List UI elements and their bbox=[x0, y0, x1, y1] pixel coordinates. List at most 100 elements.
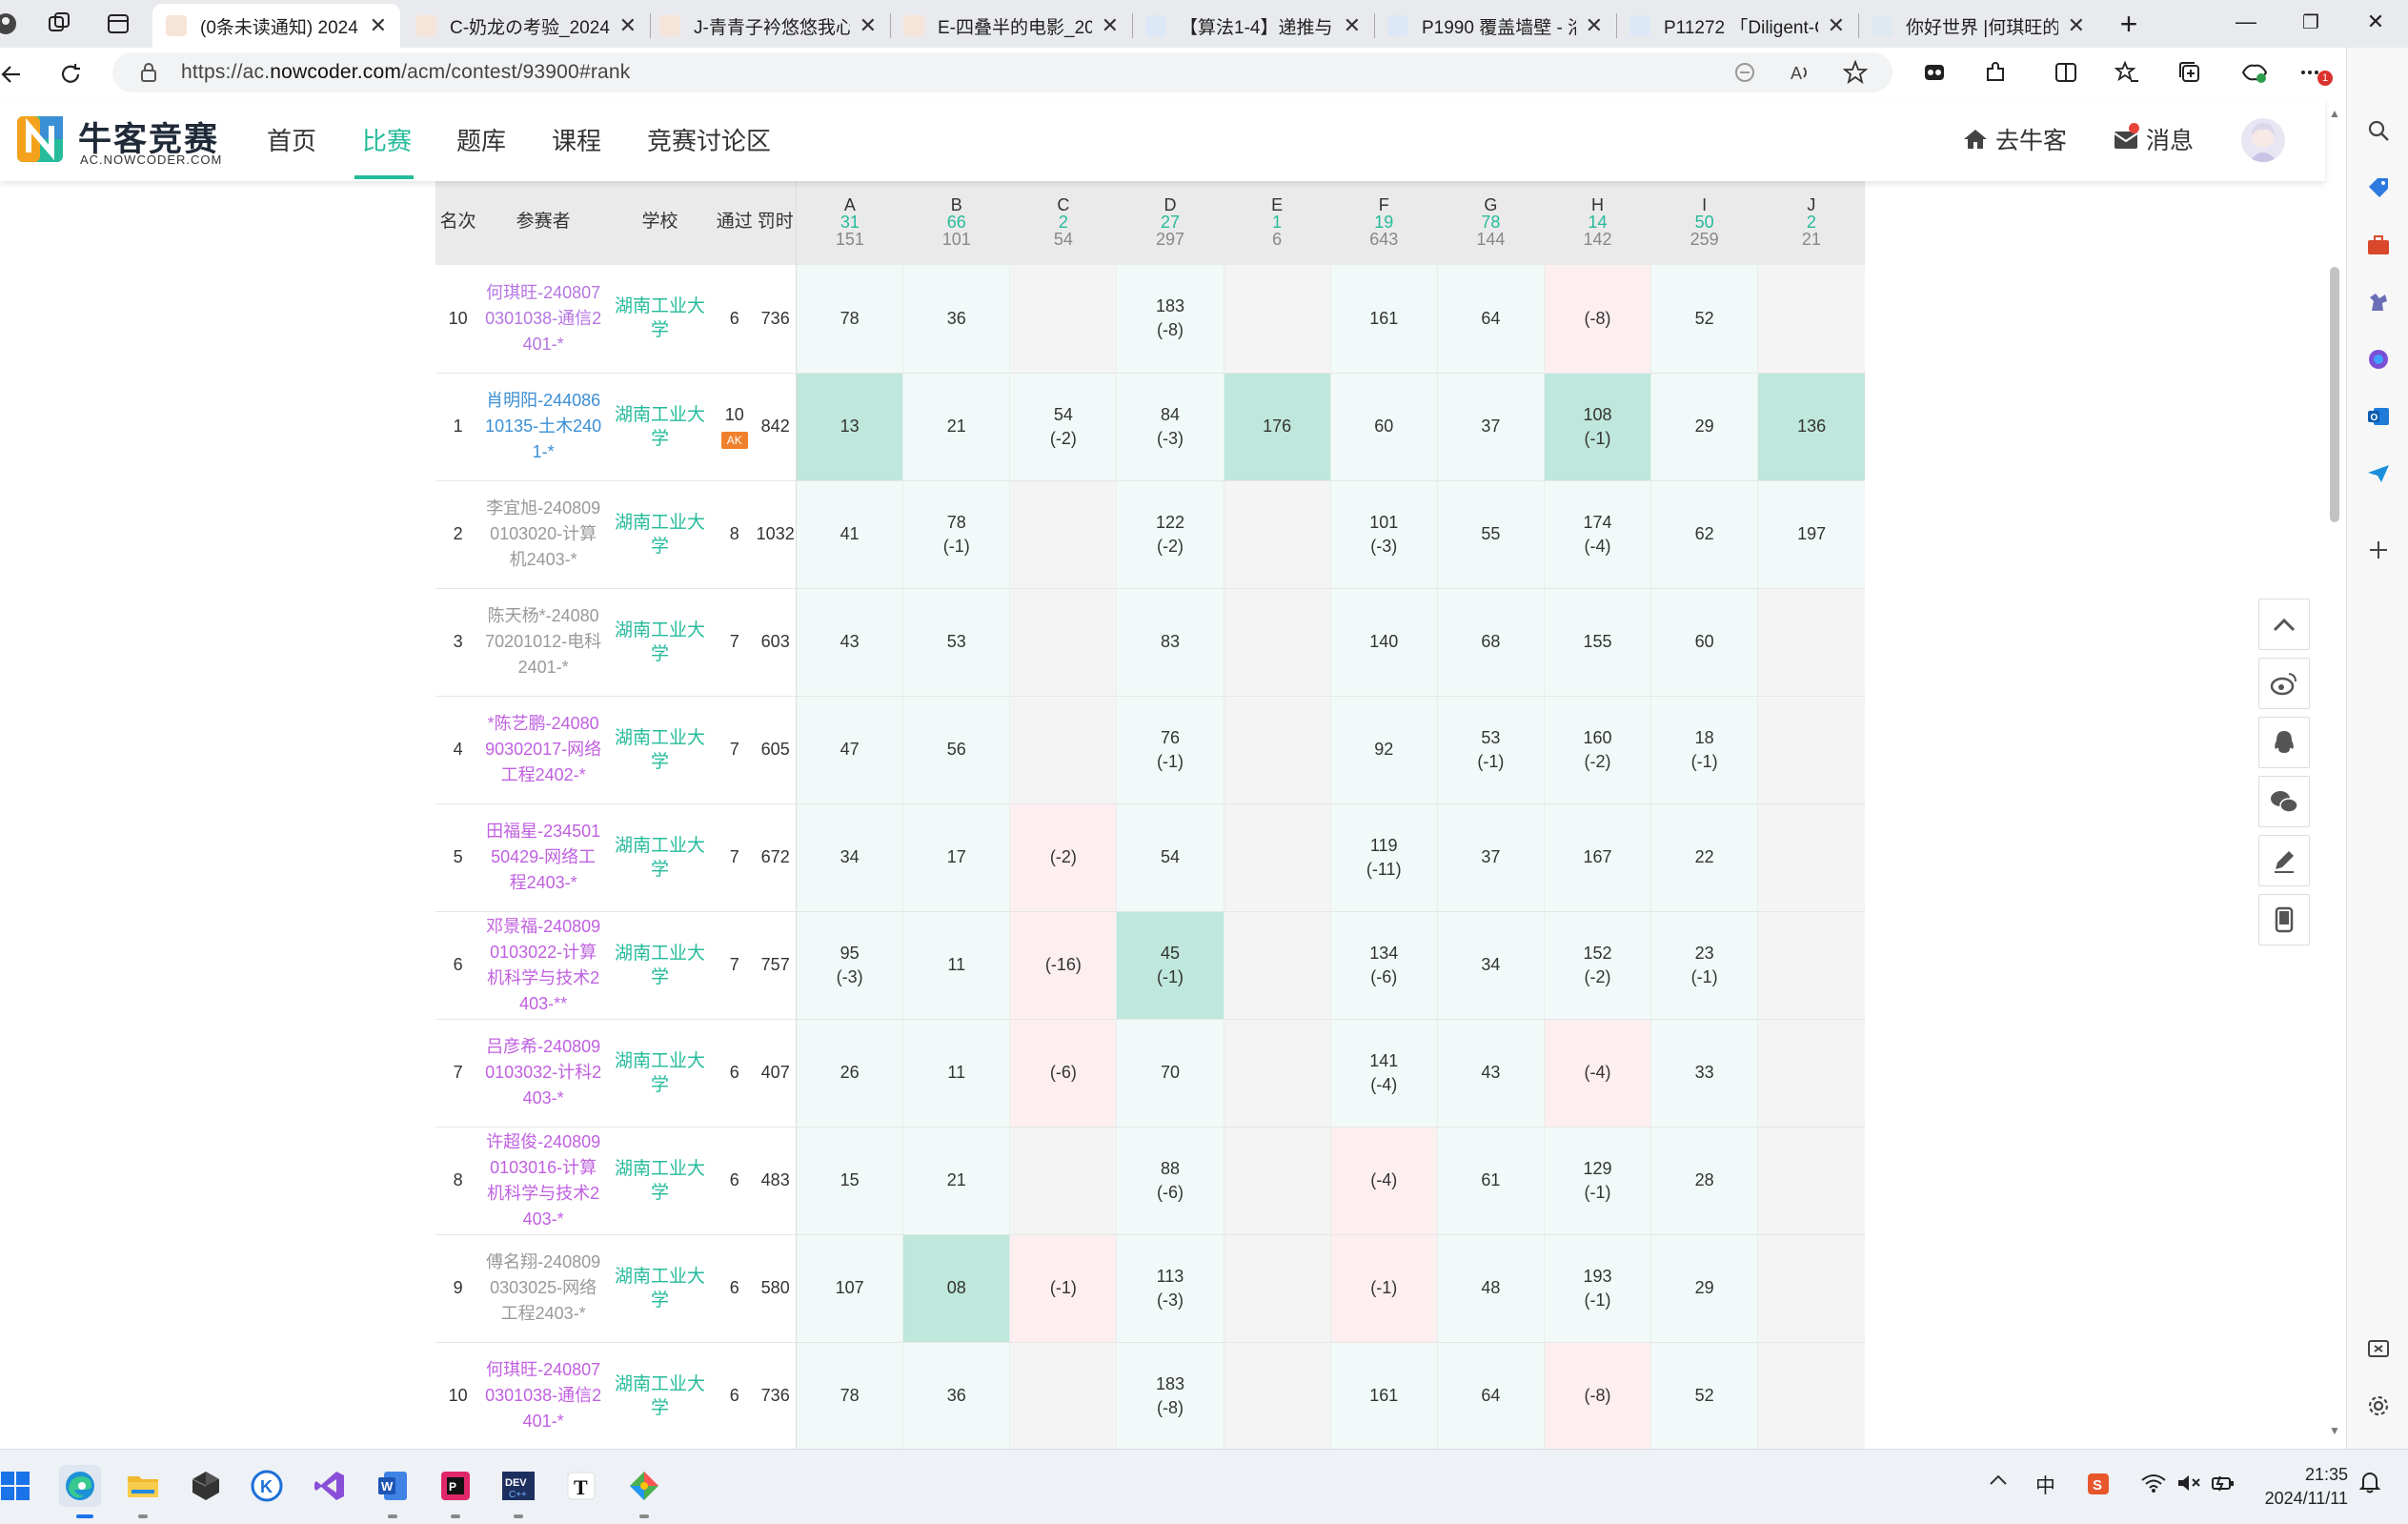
participant-name-line[interactable]: *陈艺鹏-24080 bbox=[480, 711, 606, 737]
problem-result-cell[interactable]: 54 bbox=[1116, 803, 1224, 912]
problem-result-cell[interactable]: 08 bbox=[902, 1234, 1010, 1343]
problem-header-i[interactable]: I 50 259 bbox=[1650, 181, 1758, 265]
participant-name-line[interactable]: 403-** bbox=[480, 991, 606, 1017]
participant-name-line[interactable]: 0301038-通信2 bbox=[480, 306, 606, 332]
problem-result-cell[interactable] bbox=[1009, 696, 1117, 804]
problem-result-cell[interactable] bbox=[1757, 803, 1865, 912]
problem-header-e[interactable]: E16 bbox=[1224, 181, 1331, 265]
participant-name-line[interactable]: 陈天杨*-24080 bbox=[480, 603, 606, 629]
participant-name-line[interactable]: 50429-网络工 bbox=[480, 844, 606, 870]
participant-name-line[interactable]: 403-* bbox=[480, 1207, 606, 1232]
problem-result-cell[interactable]: 26 bbox=[796, 1019, 903, 1128]
word-icon[interactable]: W bbox=[372, 1465, 414, 1507]
problem-result-cell[interactable]: 29 bbox=[1650, 1234, 1758, 1343]
problem-result-cell[interactable]: 95 (-3) bbox=[796, 911, 903, 1020]
problem-result-cell[interactable]: 17 bbox=[902, 803, 1010, 912]
file-explorer-icon[interactable] bbox=[122, 1465, 164, 1507]
problem-result-cell[interactable]: 197 bbox=[1757, 480, 1865, 589]
problem-result-cell[interactable]: 37 bbox=[1436, 373, 1545, 481]
problem-result-cell[interactable]: 101 (-3) bbox=[1329, 480, 1438, 589]
problem-result-cell[interactable]: 64 bbox=[1436, 1342, 1545, 1449]
nowcoder-logo-icon[interactable] bbox=[17, 116, 63, 162]
problem-result-cell[interactable]: 88 (-6) bbox=[1116, 1127, 1224, 1235]
problem-result-cell[interactable]: 183 (-8) bbox=[1116, 1342, 1224, 1449]
problem-result-cell[interactable]: 21 bbox=[902, 1127, 1010, 1235]
problem-result-cell[interactable]: 70 bbox=[1116, 1019, 1224, 1128]
extensions-icon[interactable] bbox=[1980, 57, 2011, 88]
refresh-icon[interactable] bbox=[55, 59, 86, 90]
problem-header-j[interactable]: J 2 21 bbox=[1757, 181, 1865, 265]
problem-result-cell[interactable]: 134 (-6) bbox=[1329, 911, 1438, 1020]
problem-result-cell[interactable] bbox=[1757, 911, 1865, 1020]
participant-name-line[interactable]: 0103020-计算 bbox=[480, 521, 606, 547]
problem-result-cell[interactable] bbox=[1223, 1234, 1331, 1343]
weibo-share-icon[interactable] bbox=[2258, 658, 2310, 709]
extension-app-icon[interactable] bbox=[1919, 57, 1950, 88]
participant-name-line[interactable]: 0301038-通信2 bbox=[480, 1383, 606, 1409]
split-screen-icon[interactable] bbox=[2051, 57, 2081, 88]
sidebar-tools-icon[interactable] bbox=[2362, 229, 2395, 261]
header-rank[interactable]: 名次 bbox=[435, 181, 481, 265]
sidebar-outlook-icon[interactable]: O bbox=[2362, 400, 2395, 433]
problem-result-cell[interactable] bbox=[1223, 803, 1331, 912]
tab-close-button[interactable]: ✕ bbox=[1344, 13, 1361, 38]
sidebar-games-icon[interactable] bbox=[2362, 286, 2395, 318]
dev-cpp-icon[interactable]: DEV C++ bbox=[497, 1465, 539, 1507]
nav-discussion[interactable]: 竞赛讨论区 bbox=[647, 122, 771, 157]
participant-name-line[interactable]: 2401-* bbox=[480, 655, 606, 681]
header-solved[interactable]: 通过 bbox=[714, 181, 756, 265]
problem-result-cell[interactable]: 21 bbox=[902, 373, 1010, 481]
problem-result-cell[interactable] bbox=[1223, 265, 1331, 374]
problem-result-cell[interactable]: 108 (-1) bbox=[1543, 373, 1651, 481]
sidebar-drop-icon[interactable] bbox=[2362, 457, 2395, 490]
qq-share-icon[interactable] bbox=[2258, 717, 2310, 768]
participant-name-line[interactable]: 何琪旺-240807 bbox=[480, 280, 606, 306]
new-tab-button[interactable]: + bbox=[2110, 6, 2148, 42]
problem-result-cell[interactable]: 36 bbox=[902, 1342, 1010, 1449]
sidebar-screenshot-icon[interactable] bbox=[2362, 1332, 2395, 1365]
browser-essentials-icon[interactable] bbox=[2239, 57, 2270, 88]
wps-tray-icon[interactable]: S bbox=[2087, 1473, 2110, 1495]
tab-close-button[interactable]: ✕ bbox=[619, 13, 637, 38]
problem-result-cell[interactable]: 22 bbox=[1650, 803, 1758, 912]
problem-result-cell[interactable]: 113 (-3) bbox=[1116, 1234, 1224, 1343]
participant-name-line[interactable]: 邓景福-240809 bbox=[480, 914, 606, 940]
pycharm-icon[interactable]: P bbox=[435, 1465, 476, 1507]
close-window-button[interactable]: ✕ bbox=[2342, 0, 2408, 44]
back-icon[interactable] bbox=[0, 59, 25, 90]
problem-result-cell[interactable]: 129 (-1) bbox=[1543, 1127, 1651, 1235]
problem-result-cell[interactable]: 48 bbox=[1436, 1234, 1545, 1343]
problem-result-cell[interactable]: 15 bbox=[796, 1127, 903, 1235]
participant-name-line[interactable]: 401-* bbox=[480, 1409, 606, 1434]
sidebar-shopping-icon[interactable] bbox=[2362, 172, 2395, 204]
problem-result-cell[interactable]: 152 (-2) bbox=[1543, 911, 1651, 1020]
participant-name-line[interactable]: 90302017-网络 bbox=[480, 737, 606, 762]
more-options-icon[interactable]: 1 bbox=[2297, 57, 2333, 88]
scrollbar-thumb[interactable] bbox=[2330, 267, 2339, 522]
mobile-app-icon[interactable] bbox=[2258, 894, 2310, 945]
participant-name-line[interactable]: 1-* bbox=[480, 439, 606, 465]
problem-result-cell[interactable]: 34 bbox=[1436, 911, 1545, 1020]
scroll-down-arrow-icon[interactable]: ▼ bbox=[2329, 1424, 2340, 1437]
problem-result-cell[interactable]: 33 bbox=[1650, 1019, 1758, 1128]
problem-result-cell[interactable]: 54 (-2) bbox=[1009, 373, 1117, 481]
problem-header-d[interactable]: D 27 297 bbox=[1116, 181, 1224, 265]
windows-start-icon[interactable] bbox=[0, 1465, 36, 1507]
problem-header-f[interactable]: F 19 643 bbox=[1330, 181, 1438, 265]
participant-name-line[interactable]: 吕彦希-240809 bbox=[480, 1034, 606, 1060]
problem-result-cell[interactable]: 160 (-2) bbox=[1543, 696, 1651, 804]
browser-tab[interactable]: P11272 「Diligent-C ✕ bbox=[1616, 4, 1858, 48]
problem-header-g[interactable]: G 78 144 bbox=[1437, 181, 1545, 265]
problem-result-cell[interactable]: 62 bbox=[1650, 480, 1758, 589]
restore-button[interactable]: ❐ bbox=[2277, 0, 2344, 44]
problem-result-cell[interactable]: 84 (-3) bbox=[1116, 373, 1224, 481]
problem-header-h[interactable]: H 14 142 bbox=[1544, 181, 1651, 265]
problem-result-cell[interactable]: 36 bbox=[902, 265, 1010, 374]
user-avatar[interactable] bbox=[2241, 118, 2285, 162]
collections-icon[interactable] bbox=[2175, 57, 2205, 88]
problem-result-cell[interactable]: 56 bbox=[902, 696, 1010, 804]
participant-name-line[interactable]: 401-* bbox=[480, 332, 606, 357]
problem-result-cell[interactable] bbox=[1757, 588, 1865, 697]
problem-result-cell[interactable]: 76 (-1) bbox=[1116, 696, 1224, 804]
nav-home[interactable]: 首页 bbox=[267, 122, 316, 157]
